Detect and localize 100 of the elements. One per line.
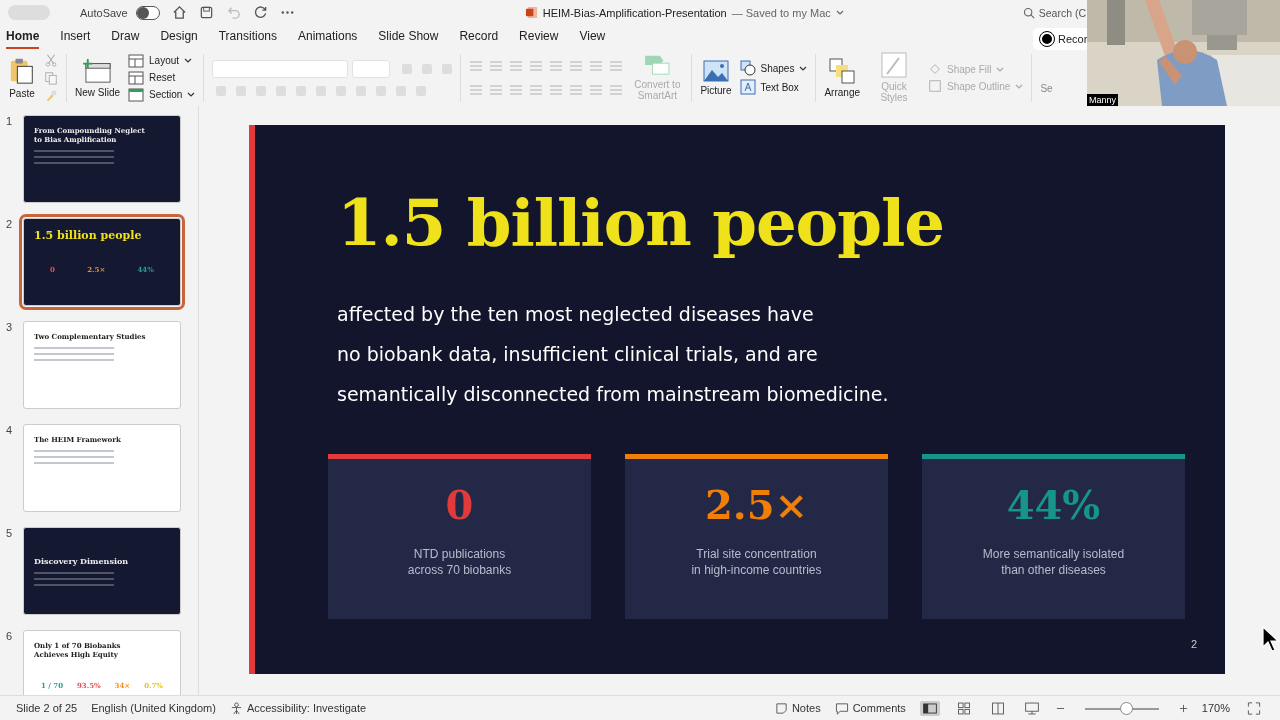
paragraph-format-icon[interactable]	[489, 84, 504, 95]
new-slide-button[interactable]: New Slide	[75, 57, 121, 98]
ribbon-tab[interactable]: Animations	[298, 25, 358, 49]
ribbon-tab[interactable]: Design	[160, 25, 198, 49]
slide-number: 5	[6, 527, 14, 541]
zoom-percentage[interactable]: 170%	[1201, 702, 1230, 714]
caret-icon[interactable]	[835, 10, 844, 15]
slide-icon	[128, 70, 145, 85]
paragraph-format-icon[interactable]	[569, 84, 584, 95]
caret-icon	[1015, 83, 1024, 89]
paste-button[interactable]: Paste	[8, 56, 36, 99]
undo-icon[interactable]	[225, 5, 241, 20]
thumbnail-title: Discovery Dimension	[34, 556, 130, 567]
ribbon-tab[interactable]: Insert	[60, 25, 91, 49]
ribbon-tab[interactable]: Home	[6, 25, 40, 49]
search-icon	[1022, 6, 1035, 19]
ribbon-tab[interactable]: Record	[459, 25, 499, 49]
slide-number: 1	[6, 115, 14, 129]
comment-icon	[834, 701, 849, 715]
accessibility-icon	[229, 701, 243, 715]
format-painter-icon[interactable]	[44, 88, 58, 103]
picture-button[interactable]: Picture	[700, 59, 732, 96]
zoom-in-icon[interactable]	[1178, 703, 1188, 713]
new-slide-icon	[81, 57, 114, 84]
slide-number: 3	[6, 321, 14, 335]
copy-icon[interactable]	[44, 70, 58, 85]
ribbon-tab[interactable]: Draw	[111, 25, 140, 49]
text-box-button[interactable]: Text Box	[739, 79, 808, 95]
notes-button[interactable]: Notes	[774, 701, 821, 715]
paragraph-format-icon[interactable]	[489, 60, 504, 71]
document-title: HEIM-Bias-Amplification-Presentation	[542, 6, 727, 19]
powerpoint-file-icon	[524, 6, 538, 19]
slide-number: 2	[6, 218, 14, 232]
smartart-icon	[643, 54, 672, 76]
caret-icon	[799, 65, 808, 71]
font-size-field[interactable]	[352, 59, 391, 78]
notes-icon	[774, 701, 788, 715]
paragraph-format-icon[interactable]	[549, 84, 564, 95]
save-status[interactable]: — Saved to my Mac	[731, 6, 831, 19]
stat-value: 2.5×	[704, 481, 809, 528]
caret-icon	[996, 66, 1005, 72]
slide-number: 6	[6, 630, 14, 644]
save-icon[interactable]	[198, 5, 214, 20]
thumbnail-title: 1.5 billion people	[34, 229, 143, 244]
slide-thumbnail[interactable]: Discovery Dimension	[23, 527, 181, 615]
layout-icon	[128, 53, 145, 68]
ribbon-tab[interactable]: Review	[519, 25, 559, 49]
paragraph-format-icon[interactable]	[589, 84, 604, 95]
redo-icon[interactable]	[252, 5, 268, 20]
language-indicator[interactable]: English (United Kingdom)	[91, 702, 216, 714]
autosave-toggle[interactable]	[135, 5, 160, 20]
paragraph-format-icon[interactable]	[549, 60, 564, 71]
shapes-icon	[739, 60, 756, 76]
ribbon-tab[interactable]: Slide Show	[378, 25, 439, 49]
participant-name: Manny	[1087, 94, 1118, 106]
slide-option-button[interactable]: Layout	[128, 53, 196, 68]
stat-caption: Trial site concentration in high-income countries	[691, 546, 822, 578]
paragraph-format-icon[interactable]	[569, 60, 584, 71]
text-box-icon	[739, 79, 756, 95]
stat-value: 0	[445, 481, 474, 528]
stat-value: 44%	[1006, 481, 1101, 528]
page-number: 2	[1190, 638, 1197, 650]
ribbon-tab[interactable]: View	[579, 25, 606, 49]
arrange-icon	[829, 57, 856, 84]
paragraph-format-icon[interactable]	[509, 60, 524, 71]
paragraph-format-icon[interactable]	[469, 60, 484, 71]
paragraph-format-icon[interactable]	[509, 84, 524, 95]
shapes-button[interactable]: Shapes	[739, 60, 808, 76]
paragraph-format-icon[interactable]	[609, 84, 624, 95]
paragraph-format-icon[interactable]	[469, 84, 484, 95]
caret-icon	[187, 92, 196, 97]
picture-icon	[702, 59, 729, 82]
normal-view-icon[interactable]	[919, 700, 940, 716]
clipboard-icon	[8, 56, 36, 85]
caret-icon	[184, 58, 193, 63]
font-name-field[interactable]	[212, 59, 349, 78]
slide-option-button[interactable]: Section	[128, 87, 196, 102]
ribbon-tab[interactable]: Transitions	[218, 25, 277, 49]
home-icon[interactable]	[171, 5, 187, 20]
cut-icon[interactable]	[44, 52, 58, 67]
arrange-button[interactable]: Arrange	[824, 57, 860, 98]
paragraph-format-icon[interactable]	[529, 84, 544, 95]
slide-title: 1.5 billion people	[337, 185, 946, 260]
stat-caption: More semantically isolated than other diseases	[982, 546, 1125, 578]
comments-button[interactable]: Comments	[834, 701, 906, 715]
slide-body-text: affected by the ten most neglected diseases have no biobank data, insufficient clinical trials, and are semantically disconnected from mainstream biomedicine.	[337, 302, 890, 407]
paragraph-format-icon[interactable]	[589, 60, 604, 71]
autosave-label: AutoSave	[80, 6, 128, 19]
quick-styles-icon	[881, 52, 907, 78]
search-field[interactable]: Search (C	[1022, 6, 1086, 19]
paragraph-format-icon[interactable]	[529, 60, 544, 71]
slide-option-button[interactable]: Reset	[128, 70, 196, 85]
accessibility-button[interactable]: Accessibility: Investigate	[229, 701, 367, 715]
stat-caption: NTD publications across 70 biobanks	[407, 546, 512, 578]
slide-counter: Slide 2 of 25	[16, 702, 78, 714]
section-icon	[128, 87, 145, 102]
slide-number: 4	[6, 424, 14, 438]
record-button[interactable]: Recor	[1033, 28, 1087, 50]
paragraph-format-icon[interactable]	[609, 60, 624, 71]
fill-icon	[928, 62, 942, 76]
